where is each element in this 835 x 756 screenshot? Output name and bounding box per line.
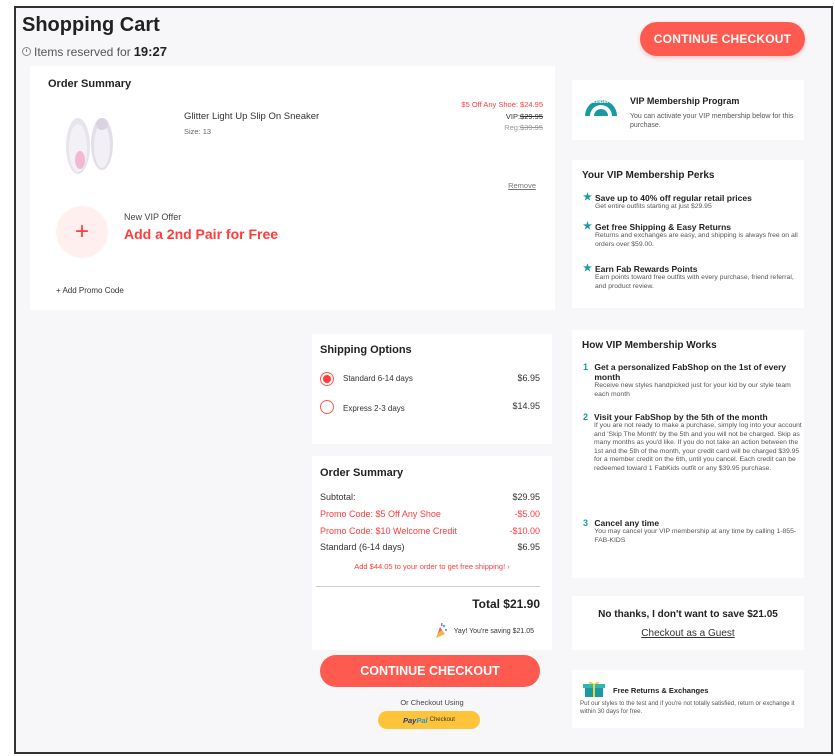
guest-checkout-wrapper: Checkout as a Guest [572, 628, 804, 639]
paypal-checkout-label: Checkout [429, 717, 455, 723]
paypal-logo-pay: Pay [403, 715, 417, 725]
vip-members-badge-icon: MEMBERS [585, 99, 617, 116]
regular-price-label: Reg: [504, 123, 521, 132]
how-step: 2 Visit your FabShop by the 5th of the m… [583, 412, 803, 474]
step-number: 2 [583, 412, 589, 422]
vip-price-label: VIP: [505, 112, 521, 121]
how-step: 1 Get a personalized FabShop on the 1st … [583, 362, 803, 399]
plus-icon: + [74, 218, 89, 245]
add-second-pair-button[interactable]: + [56, 206, 108, 258]
paypal-logo-pal: Pal [416, 715, 428, 725]
shipping-option-price: $14.95 [512, 401, 540, 411]
shipping-radio-standard[interactable] [320, 372, 334, 386]
shipping-option-label[interactable]: Standard 6-14 days [343, 374, 413, 383]
summary-row-value: $6.95 [517, 542, 540, 552]
returns-title: Free Returns & Exchanges [613, 686, 709, 695]
returns-card [572, 670, 804, 728]
shipping-option-price: $6.95 [517, 373, 540, 383]
no-thanks-text: No thanks, I don't want to save $21.05 [598, 609, 778, 620]
perk-head: Save up to 40% off regular retail prices [594, 193, 752, 203]
vip-badge-text: MEMBERS [588, 99, 614, 105]
vip-price: VIP:$29.95 [380, 112, 543, 121]
star-icon: ★ [583, 263, 592, 274]
cart-order-summary-title: Order Summary [48, 78, 132, 90]
product-size: Size: 13 [184, 127, 212, 136]
order-summary-title: Order Summary [320, 467, 404, 479]
step-desc: You may cancel your VIP membership at an… [594, 528, 797, 544]
vip-program-title: VIP Membership Program [630, 96, 740, 106]
step-head: Visit your FabShop by the 5th of the mon… [594, 412, 768, 422]
perk-item: ★ Earn Fab Rewards Points Earn points tow… [583, 264, 803, 291]
how-step: 3 Cancel any time You may cancel your VI… [583, 518, 803, 545]
page-title: Shopping Cart [22, 14, 160, 36]
party-popper-icon [435, 623, 447, 638]
vip-price-value: $29.95 [520, 112, 543, 121]
perk-item: ★ Get free Shipping & Easy Returns Return… [583, 222, 803, 249]
shipping-options-title: Shipping Options [320, 344, 412, 356]
reserved-label: Items reserved for [34, 44, 131, 59]
product-name[interactable]: Glitter Light Up Slip On Sneaker [184, 111, 319, 122]
perk-head: Earn Fab Rewards Points [594, 264, 698, 274]
remove-link[interactable]: Remove [470, 181, 536, 190]
free-shipping-link[interactable]: Add $44.05 to your order to get free shi… [312, 562, 552, 571]
add-promo-code-link[interactable]: + Add Promo Code [56, 286, 124, 295]
returns-desc: Put our styles to the test and if you're… [580, 700, 795, 715]
summary-row-label: Promo Code: $5 Off Any Shoe [320, 509, 441, 519]
order-summary-card [312, 456, 552, 650]
vip-program-desc: You can activate your VIP membership bel… [630, 113, 794, 129]
summary-row-value: -$5.00 [514, 509, 540, 519]
order-total: Total $21.90 [472, 597, 540, 611]
no-thanks-card [572, 596, 804, 650]
paypal-checkout-button[interactable]: Pay Pal Checkout [378, 711, 480, 729]
or-checkout-label: Or Checkout Using [400, 698, 464, 707]
regular-price-value: $39.95 [520, 123, 543, 132]
perk-desc: Get entire outfits starting at just $29.… [595, 203, 712, 210]
step-head: Get a personalized FabShop on the 1st of… [594, 362, 787, 382]
step-desc: Receive new styles handpicked just for y… [594, 382, 791, 398]
step-number: 1 [583, 362, 589, 372]
summary-row-label: Subtotal: [320, 492, 356, 502]
product-image[interactable] [60, 112, 120, 176]
star-icon: ★ [583, 192, 592, 203]
perk-item: ★ Save up to 40% off regular retail price… [583, 193, 803, 212]
summary-row-value: -$10.00 [509, 526, 540, 536]
vip-offer-title[interactable]: Add a 2nd Pair for Free [124, 226, 278, 242]
reservation-timer: Items reserved for 19:27 [22, 44, 167, 59]
shipping-radio-express[interactable] [320, 400, 334, 414]
guest-checkout-link[interactable]: Checkout as a Guest [641, 628, 734, 639]
summary-divider [316, 586, 540, 587]
star-icon: ★ [583, 221, 592, 232]
vip-perks-title: Your VIP Membership Perks [582, 170, 715, 181]
clock-icon [22, 47, 31, 56]
regular-price: Reg:$39.95 [380, 123, 543, 132]
step-head: Cancel any time [594, 518, 660, 528]
perk-desc: Returns and exchanges are easy, and ship… [595, 232, 798, 248]
step-desc: If you are not ready to make a purchase,… [594, 422, 802, 472]
continue-checkout-top-button[interactable]: CONTINUE CHECKOUT [640, 22, 805, 56]
how-it-works-title: How VIP Membership Works [582, 340, 717, 351]
vip-offer-label: New VIP Offer [124, 212, 182, 222]
promo-price: $5 Off Any Shoe: $24.95 [461, 100, 543, 109]
perk-desc: Earn points toward free outfits with eve… [595, 274, 794, 290]
summary-row-label: Standard (6-14 days) [320, 542, 405, 552]
perk-head: Get free Shipping & Easy Returns [594, 222, 731, 232]
shipping-option-label[interactable]: Express 2-3 days [343, 404, 405, 413]
summary-row-label: Promo Code: $10 Welcome Credit [320, 526, 457, 536]
step-number: 3 [583, 518, 589, 528]
summary-row-value: $29.95 [512, 492, 540, 502]
gift-box-icon [583, 681, 605, 697]
reserved-time: 19:27 [133, 44, 167, 59]
saving-message: Yay! You're saving $21.05 [400, 623, 534, 639]
saving-text: Yay! You're saving $21.05 [453, 627, 534, 635]
continue-checkout-button[interactable]: CONTINUE CHECKOUT [320, 655, 540, 687]
